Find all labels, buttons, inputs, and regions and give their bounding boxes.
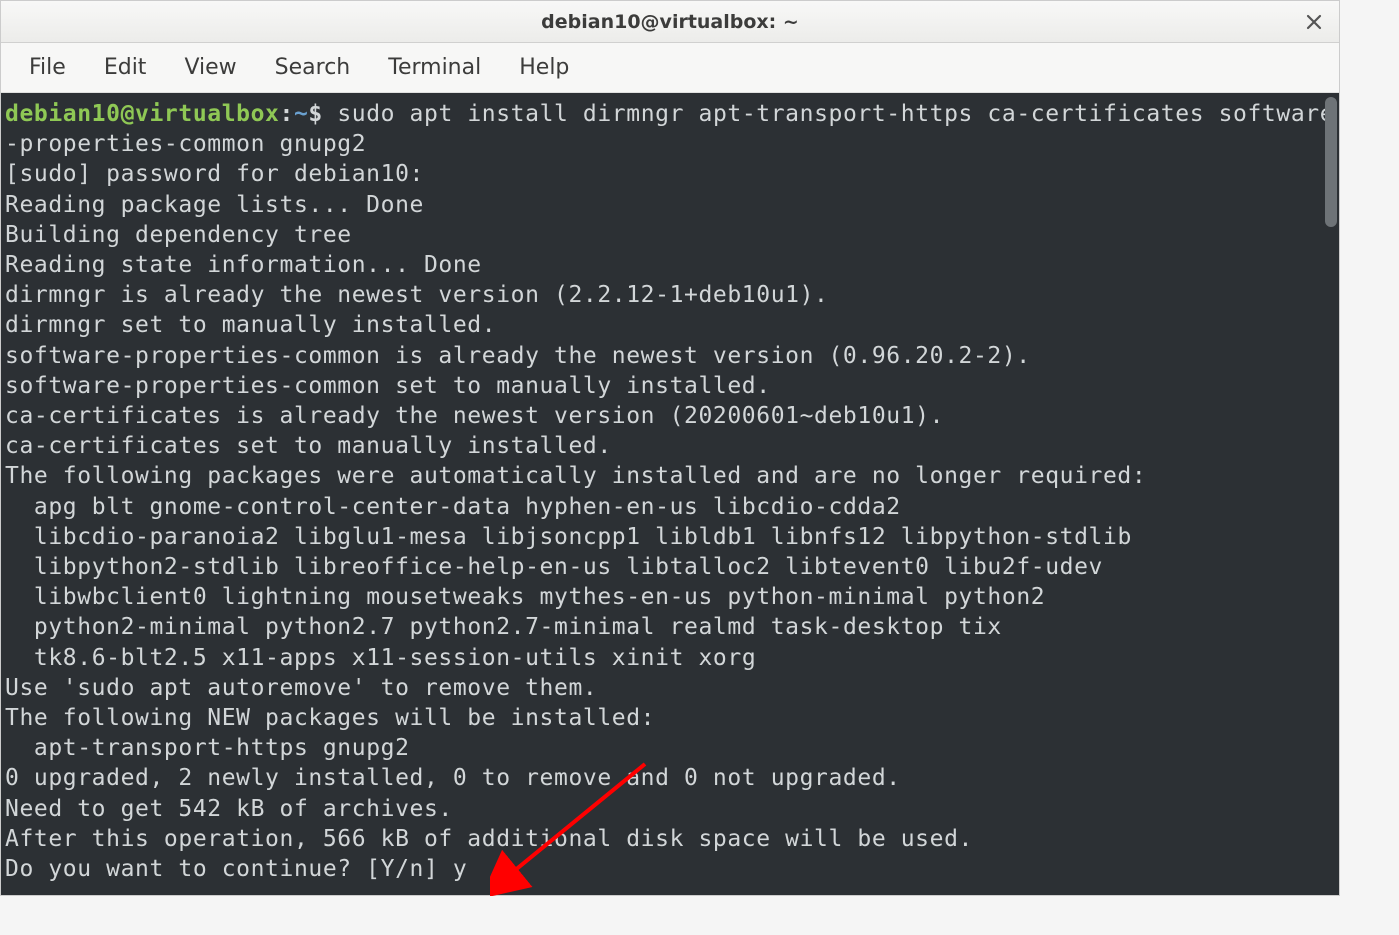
- close-icon: [1306, 14, 1322, 30]
- window-title: debian10@virtualbox: ~: [541, 11, 799, 33]
- prompt-colon: :: [280, 101, 294, 127]
- prompt-user-host: debian10@virtualbox: [5, 101, 280, 127]
- menu-view[interactable]: View: [166, 49, 254, 86]
- titlebar: debian10@virtualbox: ~: [1, 1, 1339, 43]
- menu-search[interactable]: Search: [257, 49, 369, 86]
- terminal-output: [sudo] password for debian10: Reading pa…: [5, 161, 1146, 882]
- menubar: File Edit View Search Terminal Help: [1, 43, 1339, 93]
- terminal-viewport[interactable]: debian10@virtualbox:~$ sudo apt install …: [1, 93, 1339, 895]
- terminal-window: debian10@virtualbox: ~ File Edit View Se…: [0, 0, 1340, 896]
- close-button[interactable]: [1303, 11, 1325, 33]
- prompt-symbol: $: [308, 101, 322, 127]
- menu-edit[interactable]: Edit: [86, 49, 165, 86]
- menu-help[interactable]: Help: [501, 49, 587, 86]
- menu-file[interactable]: File: [11, 49, 84, 86]
- menu-terminal[interactable]: Terminal: [370, 49, 499, 86]
- scrollbar-thumb[interactable]: [1325, 97, 1337, 227]
- prompt-path: ~: [294, 101, 308, 127]
